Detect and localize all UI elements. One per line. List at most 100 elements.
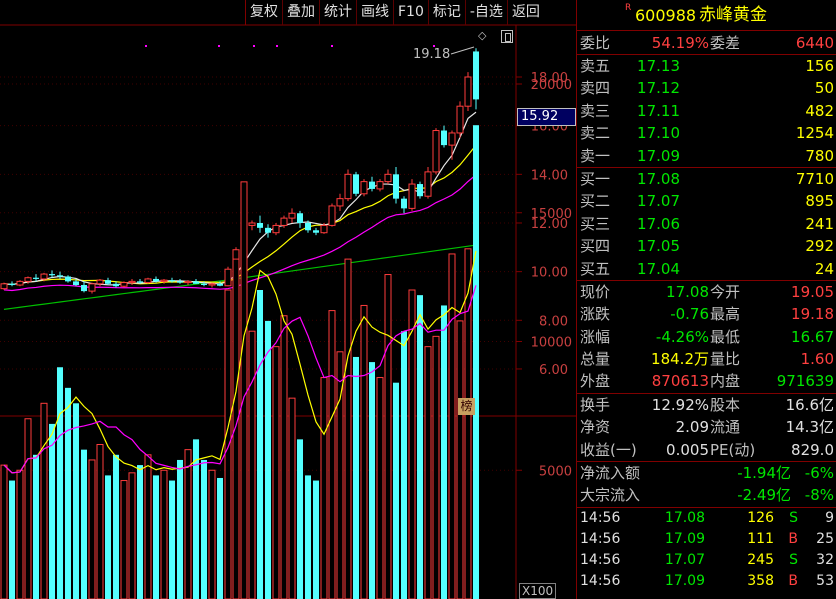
volume-tick-label: 10000 <box>531 336 572 351</box>
level-volume: 7710 <box>795 169 834 188</box>
candle-body-up <box>224 268 232 287</box>
flow-row: 净流入额 -1.94亿 -6% <box>577 462 836 484</box>
fund-value-right: 829.0 <box>791 440 834 459</box>
candle-body-down <box>217 283 223 286</box>
order-diff-label: 委差 <box>710 34 741 52</box>
candle-body-up <box>336 198 344 207</box>
candle-body-down <box>113 283 119 287</box>
quote-value-left: -4.26% <box>655 327 709 346</box>
toolbar-button-4[interactable]: F10 <box>393 0 428 25</box>
level-price: 17.07 <box>637 192 680 211</box>
toolbar-button-2[interactable]: 统计 <box>319 0 356 25</box>
candle-body-down <box>201 283 207 286</box>
bids-row[interactable]: 买四 17.05 292 <box>577 235 836 257</box>
candle-body-down <box>265 227 271 233</box>
bids-row[interactable]: 买二 17.07 895 <box>577 190 836 212</box>
toolbar-button-7[interactable]: 返回 <box>506 0 544 25</box>
candle-body-down <box>305 222 311 231</box>
candle-body-down <box>153 278 159 282</box>
tick-volume: 245 <box>747 551 774 568</box>
candlesticks <box>0 48 479 294</box>
quote-label-right: 最高 <box>710 305 741 324</box>
level-price: 17.06 <box>637 214 680 233</box>
order-diff-value: 6440 <box>795 34 834 52</box>
quote-value-right: 16.67 <box>791 327 834 346</box>
quote-value-left: 184.2万 <box>651 350 709 369</box>
quote-value-left: 17.08 <box>666 282 709 301</box>
volume-tick-label: 20000 <box>531 78 572 93</box>
fundamentals: 换手 12.92% 股本 16.6亿 净资 2.09 流通 14.3亿 收益(一) 0.005 PE… <box>577 394 836 463</box>
level-price: 17.11 <box>637 101 680 120</box>
toolbar-button-6[interactable]: -自选 <box>464 0 507 25</box>
stock-code[interactable]: 600988 <box>635 0 696 31</box>
level-price: 17.12 <box>637 79 680 98</box>
level-volume: 292 <box>805 237 834 256</box>
volume-bar-up <box>96 444 104 599</box>
kline-chart[interactable]: 18.0016.0014.0012.0010.008.006.002500020… <box>0 0 576 599</box>
level-volume: 895 <box>805 192 834 211</box>
level-volume: 780 <box>805 146 834 165</box>
panel-toggle-icon[interactable] <box>501 30 513 43</box>
volume-bar-up <box>456 320 464 599</box>
tick-extra: 32 <box>816 551 834 568</box>
volume-bar-down <box>473 125 479 599</box>
candle-body-up <box>328 205 336 226</box>
ma5-line <box>3 111 477 286</box>
quote-value-right: 19.18 <box>791 305 834 324</box>
volume-bar-up <box>240 181 248 599</box>
level-volume: 241 <box>805 214 834 233</box>
fund-value-right: 16.6亿 <box>785 395 834 414</box>
candle-body-up <box>288 212 296 219</box>
candle-body-up <box>128 280 136 284</box>
toolbar-button-5[interactable]: 标记 <box>427 0 465 25</box>
volume-bar-up <box>464 248 472 599</box>
toolbar-button-3[interactable]: 画线 <box>356 0 393 25</box>
ma10-line <box>3 144 477 286</box>
toolbar-button-0[interactable]: 复权 <box>245 0 282 25</box>
asks-row[interactable]: 卖五 17.13 156 <box>577 55 836 77</box>
candle-body-down <box>393 174 399 199</box>
tick-list[interactable]: 14:56 17.08 126 S 9 14:56 17.09 111 B 25 14:56 17.0… <box>577 508 836 592</box>
bang-badge[interactable]: 榜 <box>458 398 475 415</box>
candle-body-down <box>417 184 423 197</box>
candle-body-down <box>169 280 175 282</box>
candle-body-up <box>40 273 48 280</box>
ma60-line <box>3 244 477 310</box>
candle-body-up <box>280 217 288 226</box>
tick-side: B <box>788 572 798 589</box>
bids-row[interactable]: 买一 17.08 7710 <box>577 168 836 190</box>
volume-tick-label: 5000 <box>539 464 572 479</box>
event-marker <box>253 45 255 47</box>
quote-label-left: 涨跌 <box>580 305 611 324</box>
stock-name[interactable]: 赤峰黄金 <box>699 0 767 31</box>
candle-body-down <box>65 276 71 282</box>
diamond-icon[interactable]: ◇ <box>478 29 486 42</box>
asks-row[interactable]: 卖二 17.10 1254 <box>577 122 836 144</box>
bid-book: 买一 17.08 7710 买二 17.07 895 买三 17.06 241 买四 17.05 29… <box>577 168 836 281</box>
fund-row: 收益(一) 0.005 PE(动) 829.0 <box>577 439 836 461</box>
toolbar-button-1[interactable]: 叠加 <box>282 0 319 25</box>
volume-bar-up <box>432 335 440 599</box>
fund-label-left: 换手 <box>580 395 611 414</box>
asks-row[interactable]: 卖三 17.11 482 <box>577 100 836 122</box>
volume-bar-down <box>297 439 303 599</box>
volume-bar-down <box>153 475 159 599</box>
order-ratio-value: 54.19% <box>651 34 709 52</box>
candle-body-down <box>137 281 143 283</box>
bids-row[interactable]: 买五 17.04 24 <box>577 258 836 280</box>
tick-price: 17.09 <box>664 572 705 589</box>
level-volume: 50 <box>814 79 834 98</box>
level-price: 17.09 <box>637 146 680 165</box>
bids-row[interactable]: 买三 17.06 241 <box>577 213 836 235</box>
tick-row: 14:56 17.09 358 B 53 <box>577 571 836 592</box>
volume-bar-down <box>81 449 87 599</box>
volume-bar-up <box>280 315 288 599</box>
asks-row[interactable]: 卖四 17.12 50 <box>577 77 836 99</box>
fund-row: 净资 2.09 流通 14.3亿 <box>577 416 836 438</box>
flow-value: -2.49亿 <box>737 486 791 505</box>
quote-row: 总量 184.2万 量比 1.60 <box>577 348 836 370</box>
asks-row[interactable]: 卖一 17.09 780 <box>577 145 836 167</box>
quote-row: 现价 17.08 今开 19.05 <box>577 281 836 303</box>
tick-price: 17.07 <box>664 551 705 568</box>
tick-side: S <box>789 551 798 568</box>
